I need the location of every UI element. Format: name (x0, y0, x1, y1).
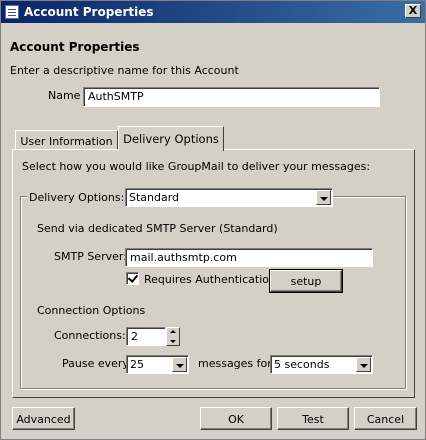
arrow-up-icon[interactable] (170, 330, 176, 333)
duration-select[interactable]: 5 seconds (270, 355, 373, 374)
tab-label: User Information (20, 135, 113, 148)
tab-label: Delivery Options (123, 132, 219, 146)
tab-user-information[interactable]: User Information (15, 130, 118, 150)
delivery-options-value: Standard (129, 191, 180, 204)
connections-input[interactable]: 2 (126, 327, 166, 346)
title-bar[interactable]: Account Properties X (1, 1, 425, 23)
connection-options-heading: Connection Options (37, 304, 146, 317)
window-title: Account Properties (24, 5, 154, 19)
description-text: Enter a descriptive name for this Accoun… (10, 64, 239, 77)
requires-auth-label: Requires Authentication (144, 273, 276, 286)
close-button[interactable]: X (405, 4, 421, 18)
smtp-heading: Send via dedicated SMTP Server (Standard… (37, 222, 278, 235)
pause-every-value: 25 (130, 358, 144, 371)
smtp-server-input[interactable]: mail.authsmtp.com (125, 248, 373, 267)
test-button[interactable]: Test (277, 407, 349, 430)
cancel-button[interactable]: Cancel (354, 407, 417, 430)
duration-value: 5 seconds (274, 358, 330, 371)
name-input[interactable]: AuthSMTP (83, 87, 380, 107)
pause-every-select[interactable]: 25 (126, 355, 189, 374)
smtp-server-label: SMTP Server: (54, 250, 127, 263)
delivery-options-select[interactable]: Standard (125, 188, 333, 207)
delivery-instruction: Select how you would like GroupMail to d… (22, 160, 371, 173)
chevron-down-icon[interactable] (356, 357, 371, 372)
setup-button[interactable]: setup (269, 269, 343, 293)
arrow-down-icon[interactable] (170, 340, 176, 343)
messages-for-label: messages for (198, 357, 272, 370)
ok-button[interactable]: OK (200, 407, 272, 430)
advanced-button[interactable]: Advanced (12, 407, 75, 430)
delivery-options-label: Delivery Options: (27, 191, 127, 204)
name-label: Name (48, 89, 81, 102)
chevron-down-icon[interactable] (316, 190, 331, 205)
section-heading: Account Properties (10, 40, 140, 54)
connections-stepper[interactable] (166, 327, 180, 346)
tab-delivery-options[interactable]: Delivery Options (118, 126, 224, 151)
account-properties-window: Account Properties X Account Properties … (0, 0, 426, 440)
window-icon (5, 5, 19, 19)
connections-label: Connections: (54, 329, 126, 342)
pause-every-label: Pause every (62, 357, 129, 370)
requires-auth-checkbox[interactable] (126, 272, 139, 285)
chevron-down-icon[interactable] (172, 357, 187, 372)
